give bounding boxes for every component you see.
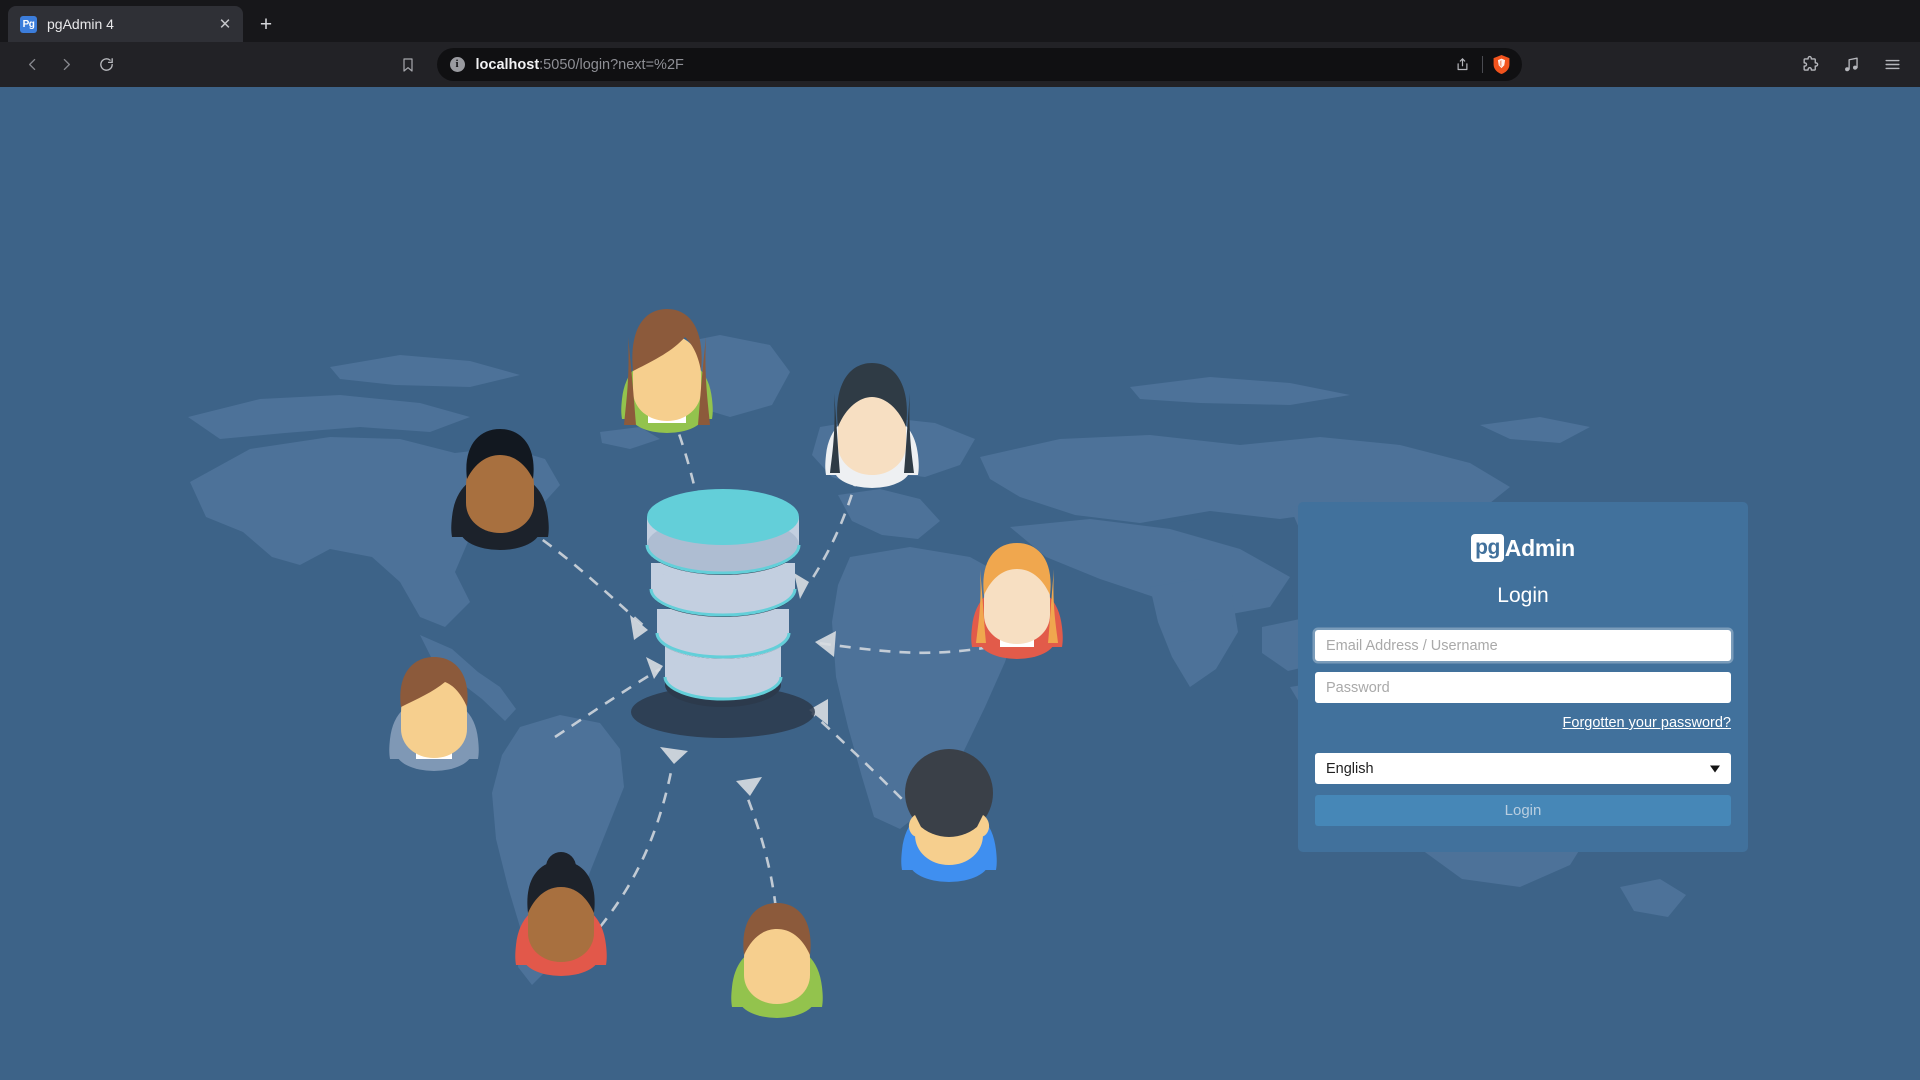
login-title: Login bbox=[1497, 584, 1549, 607]
avatar-person-1 bbox=[621, 309, 713, 433]
avatar-person-2 bbox=[825, 363, 919, 488]
browser-toolbar: i localhost:5050/login?next=%2F bbox=[0, 42, 1920, 87]
brave-shields-icon[interactable] bbox=[1491, 54, 1512, 76]
avatar-person-4 bbox=[389, 657, 479, 771]
back-arrow-icon[interactable] bbox=[16, 49, 48, 81]
database-icon bbox=[631, 489, 815, 738]
extensions-icon[interactable] bbox=[1798, 53, 1822, 77]
music-icon[interactable] bbox=[1839, 53, 1863, 77]
forgot-password-link[interactable]: Forgotten your password? bbox=[1563, 715, 1731, 731]
login-button[interactable]: Login bbox=[1315, 795, 1731, 826]
omnibox-divider bbox=[1481, 56, 1483, 73]
language-select[interactable]: English bbox=[1315, 753, 1731, 784]
browser-tab-pgadmin[interactable]: Pg pgAdmin 4 ✕ bbox=[8, 6, 243, 42]
browser-window: Pg pgAdmin 4 ✕ + i localhost:5050/login?… bbox=[0, 0, 1920, 1080]
site-info-icon[interactable]: i bbox=[449, 57, 465, 72]
tab-favicon-icon: Pg bbox=[20, 15, 37, 33]
forgot-password-row: Forgotten your password? bbox=[1315, 714, 1731, 732]
pgadmin-login-page: pgAdmin Login Forgotten your password? E… bbox=[0, 87, 1920, 1080]
password-input[interactable] bbox=[1315, 672, 1731, 703]
login-card: pgAdmin Login Forgotten your password? E… bbox=[1298, 502, 1748, 852]
share-icon[interactable] bbox=[1452, 54, 1474, 76]
tab-strip: Pg pgAdmin 4 ✕ + bbox=[0, 0, 1920, 42]
toolbar-right-icons bbox=[1792, 53, 1904, 77]
reload-icon[interactable] bbox=[90, 49, 122, 81]
pgadmin-logo: pg Admin bbox=[1315, 534, 1731, 562]
close-icon[interactable]: ✕ bbox=[215, 14, 235, 34]
logo-pg-mark: pg bbox=[1471, 534, 1504, 562]
new-tab-button[interactable]: + bbox=[251, 9, 281, 39]
url-text: localhost:5050/login?next=%2F bbox=[476, 57, 1441, 73]
forward-arrow-icon[interactable] bbox=[50, 49, 82, 81]
avatar-person-7 bbox=[515, 852, 607, 976]
avatar-person-6 bbox=[901, 749, 997, 882]
omnibox-actions bbox=[1452, 54, 1516, 76]
avatar-person-3 bbox=[451, 429, 549, 550]
avatar-person-5 bbox=[971, 543, 1063, 659]
omnibox-container: i localhost:5050/login?next=%2F bbox=[124, 48, 1790, 81]
url-host: localhost bbox=[475, 56, 540, 73]
bookmark-icon[interactable] bbox=[393, 50, 423, 80]
address-bar[interactable]: i localhost:5050/login?next=%2F bbox=[436, 48, 1522, 81]
avatar-person-8 bbox=[731, 903, 823, 1018]
menu-icon[interactable] bbox=[1880, 53, 1904, 77]
url-path: :5050/login?next=%2F bbox=[539, 56, 684, 73]
tab-title: pgAdmin 4 bbox=[47, 16, 114, 32]
logo-admin-text: Admin bbox=[1504, 534, 1575, 561]
email-input[interactable] bbox=[1315, 630, 1731, 661]
language-select-wrapper: English bbox=[1315, 753, 1731, 784]
